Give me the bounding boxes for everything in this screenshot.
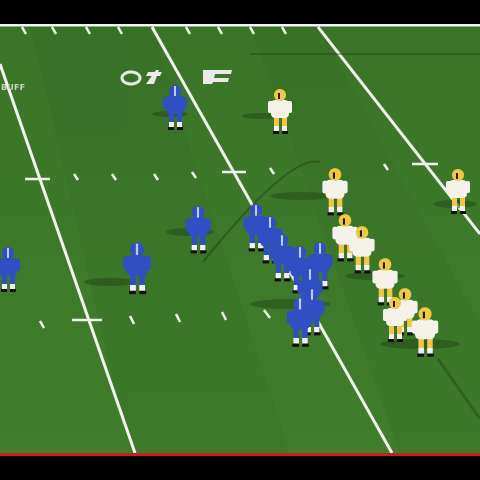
- video-frame: BUFF: [0, 0, 480, 480]
- field-scene: [0, 24, 480, 453]
- football-field: BUFF: [0, 24, 480, 453]
- broadcast-bar: [0, 453, 480, 456]
- watermark: BUFF: [1, 83, 26, 92]
